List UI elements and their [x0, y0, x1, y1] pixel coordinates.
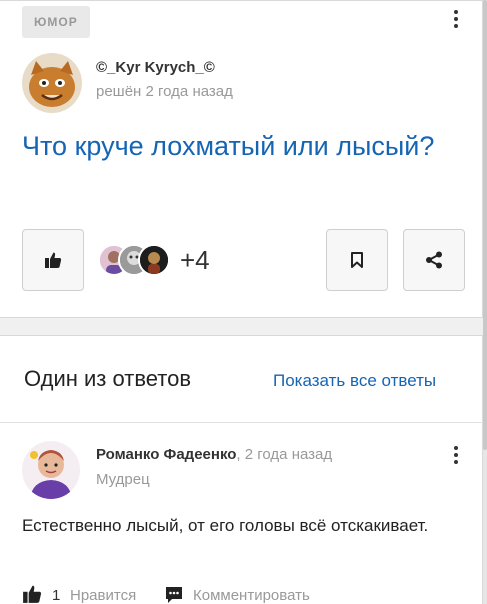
question-status: решён 2 года назад — [96, 83, 233, 100]
scrollbar-thumb[interactable] — [483, 0, 487, 450]
answer-author-rank: Мудрец — [96, 471, 150, 488]
answer-like-count: 1 — [52, 587, 61, 604]
question-title[interactable]: Что круче лохматый или лысый? — [22, 125, 452, 167]
answer-author-name[interactable]: Романко Фадеенко — [96, 446, 236, 463]
author-avatar[interactable] — [22, 53, 82, 113]
divider — [0, 422, 483, 423]
answer-menu-button[interactable] — [446, 444, 466, 466]
dot-icon — [454, 453, 458, 457]
show-all-answers-link[interactable]: Показать все ответы — [273, 371, 436, 391]
answer-like-button[interactable]: Нравится — [70, 587, 136, 604]
dot-icon — [454, 446, 458, 450]
author-name[interactable]: ©_Kyr Kyrych_© — [96, 59, 215, 76]
cat-avatar-icon — [22, 53, 82, 113]
bookmark-button[interactable] — [326, 229, 388, 291]
answers-card: Один из ответов Показать все ответы Рома… — [0, 335, 483, 604]
share-icon — [426, 251, 442, 269]
answer-author-avatar[interactable] — [22, 441, 80, 499]
dot-icon — [454, 10, 458, 14]
share-button[interactable] — [403, 229, 465, 291]
dot-icon — [454, 24, 458, 28]
answer-comment-button[interactable]: Комментировать — [193, 587, 310, 604]
comment-icon[interactable] — [164, 585, 184, 604]
voters-avatars[interactable] — [98, 244, 178, 276]
answer-author-line: Романко Фадеенко, 2 года назад — [96, 446, 332, 463]
dot-icon — [454, 460, 458, 464]
thumbs-up-icon — [45, 252, 62, 268]
answers-section-title: Один из ответов — [24, 366, 192, 391]
voters-more-count[interactable]: +4 — [180, 245, 210, 276]
category-tag[interactable]: ЮМОР — [22, 6, 90, 38]
page-scrollbar[interactable] — [483, 0, 487, 604]
answer-time: 2 года назад — [240, 446, 333, 463]
question-card: ЮМОР ©_Kyr Kyrych_© решён 2 года назад Ч… — [0, 0, 483, 318]
answer-text: Естественно лысый, от его головы всё отс… — [22, 516, 429, 535]
person-avatar-icon — [22, 441, 80, 499]
like-button[interactable] — [22, 229, 84, 291]
thumbs-up-icon[interactable] — [22, 584, 42, 604]
voter-avatar — [138, 244, 170, 276]
question-menu-button[interactable] — [446, 8, 466, 30]
person-avatar-icon — [140, 246, 168, 274]
bookmark-icon — [351, 252, 363, 268]
dot-icon — [454, 17, 458, 21]
